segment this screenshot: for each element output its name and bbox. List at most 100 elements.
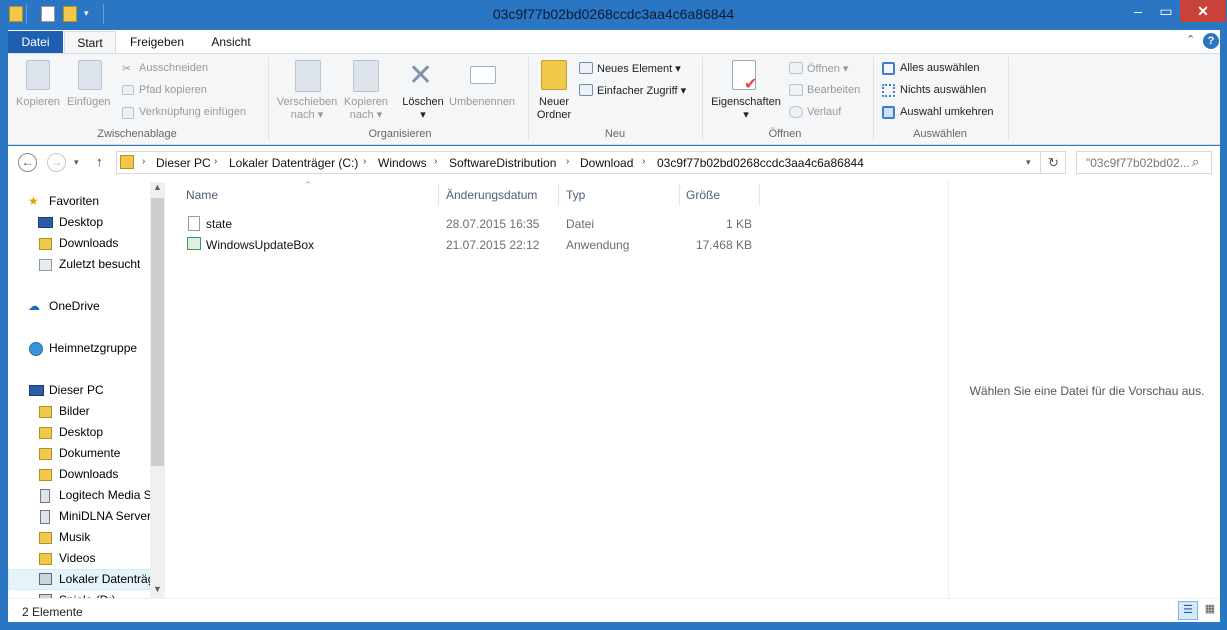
column-name[interactable]: Name [186,188,218,202]
table-row[interactable]: WindowsUpdateBox 21.07.2015 22:12 Anwend… [182,234,762,255]
nav-onedrive[interactable]: OneDrive [49,296,100,317]
nav-zuletzt-besucht[interactable]: Zuletzt besucht [59,254,140,275]
verknuepfung-einfuegen-button[interactable]: Verknüpfung einfügen [139,106,246,118]
loeschen-button[interactable]: Löschen ▾ [400,96,446,122]
column-divider[interactable] [679,184,680,206]
verschieben-nach-button[interactable]: Verschieben nach ▾ [274,96,340,122]
table-row[interactable]: state 28.07.2015 16:35 Datei 1 KB [182,213,762,234]
search-icon[interactable]: ⌕ [1192,154,1199,170]
large-icons-view-icon[interactable]: ▦ [1200,601,1220,620]
onedrive-icon: ☁ [28,299,40,313]
chevron-right-icon[interactable]: › [363,156,366,167]
homegroup-icon [29,342,43,356]
column-type[interactable]: Typ [566,188,585,202]
easy-access-icon [579,84,593,96]
nav-desktop-pc[interactable]: Desktop [59,422,103,443]
column-divider[interactable] [759,184,760,206]
chevron-right-icon[interactable]: › [566,156,569,167]
auswahl-umkehren-button[interactable]: Auswahl umkehren [900,106,994,118]
scroll-up-icon[interactable]: ▲ [151,182,164,197]
chevron-right-icon[interactable]: › [642,156,645,167]
nav-heimnetzgruppe[interactable]: Heimnetzgruppe [49,338,137,359]
nav-bilder[interactable]: Bilder [59,401,90,422]
neuer-ordner-button[interactable]: Neuer Ordner [532,96,576,122]
nav-desktop[interactable]: Desktop [59,212,103,233]
column-date[interactable]: Änderungsdatum [446,188,537,202]
tab-datei[interactable]: Datei [8,31,63,53]
einfacher-zugriff-button[interactable]: Einfacher Zugriff ▾ [597,84,686,97]
nav-dokumente[interactable]: Dokumente [59,443,120,464]
chevron-right-icon[interactable]: › [214,156,217,167]
chevron-right-icon[interactable]: › [142,156,145,167]
oeffnen-button[interactable]: Öffnen ▾ [807,62,848,75]
nav-lokaler-datentraeger[interactable]: Lokaler Datenträg [59,569,150,590]
recent-locations-icon[interactable]: ▾ [74,157,79,168]
breadcrumb-softwaredistribution[interactable]: SoftwareDistribution [449,156,556,170]
help-icon[interactable]: ? [1203,33,1219,49]
kopieren-button[interactable]: Kopieren [16,96,60,108]
scroll-down-icon[interactable]: ▼ [151,584,164,599]
bearbeiten-button[interactable]: Bearbeiten [807,84,860,96]
up-button[interactable]: ↑ [96,154,103,169]
nav-favoriten[interactable]: Favoriten [49,191,99,212]
invert-selection-icon [882,106,895,119]
collapse-ribbon-icon[interactable]: ⌃ [1186,33,1195,46]
breadcrumb-laufwerk-c[interactable]: Lokaler Datenträger (C:) [229,156,358,170]
group-label-auswaehlen: Auswählen [913,128,967,140]
nav-dieser-pc[interactable]: Dieser PC [49,380,104,401]
chevron-right-icon[interactable]: › [434,156,437,167]
application-icon [187,237,201,250]
minimize-button[interactable]: ‒ [1124,0,1152,22]
tab-start[interactable]: Start [64,31,116,54]
close-button[interactable]: ✕ [1180,0,1226,22]
nav-minidlna-server[interactable]: MiniDLNA Server [59,506,150,527]
column-size[interactable]: Größe [686,188,720,202]
group-separator [1008,57,1009,141]
breadcrumb-dieser-pc[interactable]: Dieser PC [156,156,211,170]
nav-spiele-d[interactable]: Spiele (D:) [59,590,116,598]
alles-auswaehlen-button[interactable]: Alles auswählen [900,62,980,74]
copy-icon [26,60,50,90]
nav-musik[interactable]: Musik [59,527,90,548]
address-dropdown-icon[interactable]: ▾ [1026,157,1031,168]
refresh-icon[interactable]: ↻ [1040,152,1066,173]
maximize-button[interactable]: ▭ [1152,0,1180,22]
copy-to-icon [353,60,379,92]
back-button[interactable]: ← [18,153,37,172]
nav-logitech-media-server[interactable]: Logitech Media S [59,485,150,506]
ausschneiden-button[interactable]: Ausschneiden [139,62,208,74]
search-input[interactable]: "03c9f77b02bd02... [1086,156,1190,170]
eigenschaften-button[interactable]: Eigenschaften ▾ [706,96,786,122]
verschieben-nach-label: nach [290,109,315,121]
tab-freigeben[interactable]: Freigeben [122,31,192,53]
umbenennen-button[interactable]: Umbenennen [449,96,515,108]
checkmark-icon: ✔ [744,76,758,93]
column-divider[interactable] [558,184,559,206]
breadcrumb-current-folder[interactable]: 03c9f77b02bd0268ccdc3aa4c6a86844 [657,156,864,170]
documents-folder-icon [39,448,52,460]
details-view-icon[interactable]: ☰ [1178,601,1198,620]
delete-icon: ✕ [408,59,434,92]
verlauf-button[interactable]: Verlauf [807,106,841,118]
einfuegen-button[interactable]: Einfügen [67,96,110,108]
oeffnen-label: Öffnen [807,63,840,75]
desktop-icon [38,217,53,228]
preview-divider[interactable] [948,180,949,598]
history-icon [789,106,803,118]
nav-downloads-pc[interactable]: Downloads [59,464,118,485]
pfad-kopieren-button[interactable]: Pfad kopieren [139,84,207,96]
breadcrumb-windows[interactable]: Windows [378,156,427,170]
neues-element-button[interactable]: Neues Element ▾ [597,62,681,75]
nav-scrollbar-thumb[interactable] [151,198,164,466]
music-folder-icon [39,532,52,544]
nav-downloads[interactable]: Downloads [59,233,118,254]
forward-button[interactable]: → [47,153,66,172]
group-separator [268,57,269,141]
nichts-auswaehlen-button[interactable]: Nichts auswählen [900,84,986,96]
kopieren-nach-button[interactable]: Kopieren nach ▾ [340,96,392,122]
tab-ansicht[interactable]: Ansicht [200,31,262,53]
breadcrumb-download[interactable]: Download [580,156,633,170]
nav-videos[interactable]: Videos [59,548,95,569]
column-divider[interactable] [438,184,439,206]
paste-icon [78,60,102,90]
